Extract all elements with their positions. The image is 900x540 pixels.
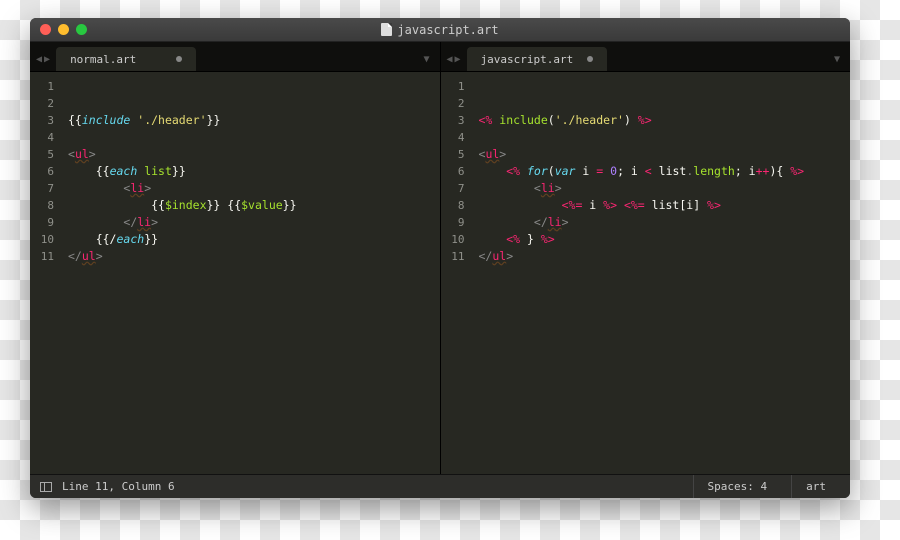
tab-dropdown-icon[interactable]: ▼ bbox=[423, 54, 439, 71]
code-area[interactable]: <% include('./header') %> <ul> <% for(va… bbox=[473, 72, 851, 474]
close-icon[interactable] bbox=[40, 24, 51, 35]
forward-icon[interactable]: ▶ bbox=[455, 54, 461, 65]
window-title: javascript.art bbox=[381, 23, 498, 37]
syntax-setting[interactable]: art bbox=[791, 475, 840, 498]
panel-icon[interactable] bbox=[40, 482, 52, 492]
traffic-lights bbox=[40, 24, 87, 35]
tab-bar: ◀ ▶ normal.art ▼ bbox=[30, 42, 440, 72]
cursor-position[interactable]: Line 11, Column 6 bbox=[62, 480, 175, 493]
tab-dropdown-icon[interactable]: ▼ bbox=[834, 54, 850, 71]
nav-arrows: ◀ ▶ bbox=[36, 54, 56, 71]
left-pane: ◀ ▶ normal.art ▼ 1234567891011 {{include… bbox=[30, 42, 441, 474]
nav-arrows: ◀ ▶ bbox=[447, 54, 467, 71]
status-bar: Line 11, Column 6 Spaces: 4 art bbox=[30, 474, 850, 498]
tab-label: javascript.art bbox=[481, 53, 574, 66]
maximize-icon[interactable] bbox=[76, 24, 87, 35]
file-icon bbox=[381, 23, 392, 36]
editor-right[interactable]: 1234567891011 <% include('./header') %> … bbox=[441, 72, 851, 474]
back-icon[interactable]: ◀ bbox=[447, 54, 453, 65]
split-panes: ◀ ▶ normal.art ▼ 1234567891011 {{include… bbox=[30, 42, 850, 474]
gutter: 1234567891011 bbox=[441, 72, 473, 474]
editor-window: javascript.art ◀ ▶ normal.art ▼ 12345678… bbox=[30, 18, 850, 498]
gutter: 1234567891011 bbox=[30, 72, 62, 474]
code-area[interactable]: {{include './header'}} <ul> {{each list}… bbox=[62, 72, 440, 474]
tab-label: normal.art bbox=[70, 53, 136, 66]
titlebar[interactable]: javascript.art bbox=[30, 18, 850, 42]
right-pane: ◀ ▶ javascript.art ▼ 1234567891011 <% in… bbox=[441, 42, 851, 474]
forward-icon[interactable]: ▶ bbox=[44, 54, 50, 65]
minimize-icon[interactable] bbox=[58, 24, 69, 35]
modified-indicator-icon bbox=[176, 56, 182, 62]
indent-setting[interactable]: Spaces: 4 bbox=[693, 475, 782, 498]
back-icon[interactable]: ◀ bbox=[36, 54, 42, 65]
tab-javascript-art[interactable]: javascript.art bbox=[467, 47, 607, 71]
editor-left[interactable]: 1234567891011 {{include './header'}} <ul… bbox=[30, 72, 440, 474]
tab-normal-art[interactable]: normal.art bbox=[56, 47, 196, 71]
tab-bar: ◀ ▶ javascript.art ▼ bbox=[441, 42, 851, 72]
title-text: javascript.art bbox=[397, 23, 498, 37]
modified-indicator-icon bbox=[587, 56, 593, 62]
